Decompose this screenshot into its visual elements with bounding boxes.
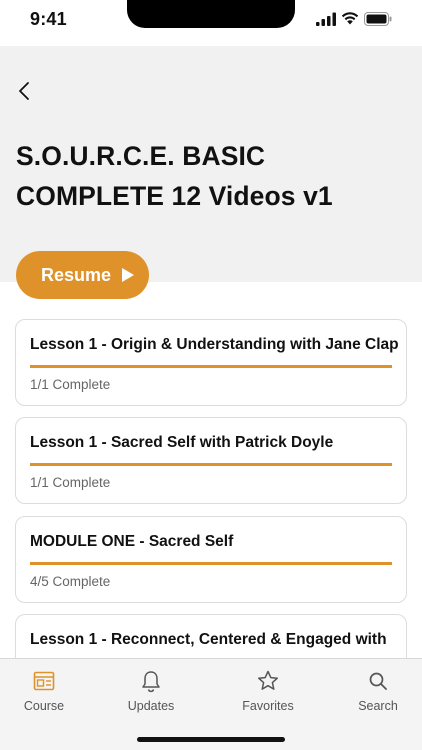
lesson-status: 1/1 Complete xyxy=(30,475,111,490)
lesson-status: 1/1 Complete xyxy=(30,377,111,392)
lesson-title: Lesson 1 - Reconnect, Centered & Engaged… xyxy=(30,631,387,648)
lesson-title: Lesson 1 - Sacred Self with Patrick Doyl… xyxy=(30,434,334,451)
search-icon xyxy=(369,672,387,690)
lesson-title: Lesson 1 - Origin & Understanding with J… xyxy=(30,336,398,353)
bell-icon xyxy=(142,671,160,693)
lesson-card[interactable]: Lesson 1 - Sacred Self with Patrick Doyl… xyxy=(15,417,407,504)
tab-label: Favorites xyxy=(242,699,294,713)
tab-favorites[interactable]: Favorites xyxy=(228,669,308,713)
lesson-card[interactable]: MODULE ONE - Sacred Self 4/5 Complete xyxy=(15,516,407,603)
play-icon xyxy=(122,268,135,282)
battery-icon xyxy=(364,12,392,26)
lesson-title: MODULE ONE - Sacred Self xyxy=(30,533,234,550)
star-icon xyxy=(257,670,279,690)
lesson-status: 4/5 Complete xyxy=(30,574,111,589)
tab-label: Course xyxy=(23,699,65,713)
course-icon xyxy=(33,671,55,691)
wifi-icon xyxy=(341,12,359,25)
tab-course[interactable]: Course xyxy=(4,669,84,713)
notch xyxy=(127,0,295,28)
back-chevron-icon[interactable] xyxy=(14,80,36,102)
tab-label: Updates xyxy=(127,699,175,713)
resume-button[interactable]: Resume xyxy=(16,251,149,299)
lesson-progress-bar xyxy=(30,463,392,466)
tab-updates[interactable]: Updates xyxy=(111,669,191,713)
signal-icon xyxy=(316,12,336,26)
resume-label: Resume xyxy=(41,264,112,285)
status-time: 9:41 xyxy=(30,9,67,29)
status-bar: 9:41 xyxy=(0,0,422,46)
lesson-progress-bar xyxy=(30,365,392,368)
home-indicator xyxy=(137,737,285,742)
tab-search[interactable]: Search xyxy=(338,669,418,713)
lesson-card[interactable]: Lesson 1 - Origin & Understanding with J… xyxy=(15,319,407,406)
lesson-progress-bar xyxy=(30,562,392,565)
tab-label: Search xyxy=(358,699,398,713)
course-title: S.O.U.R.C.E. BASIC COMPLETE 12 Videos v1 xyxy=(16,141,333,211)
